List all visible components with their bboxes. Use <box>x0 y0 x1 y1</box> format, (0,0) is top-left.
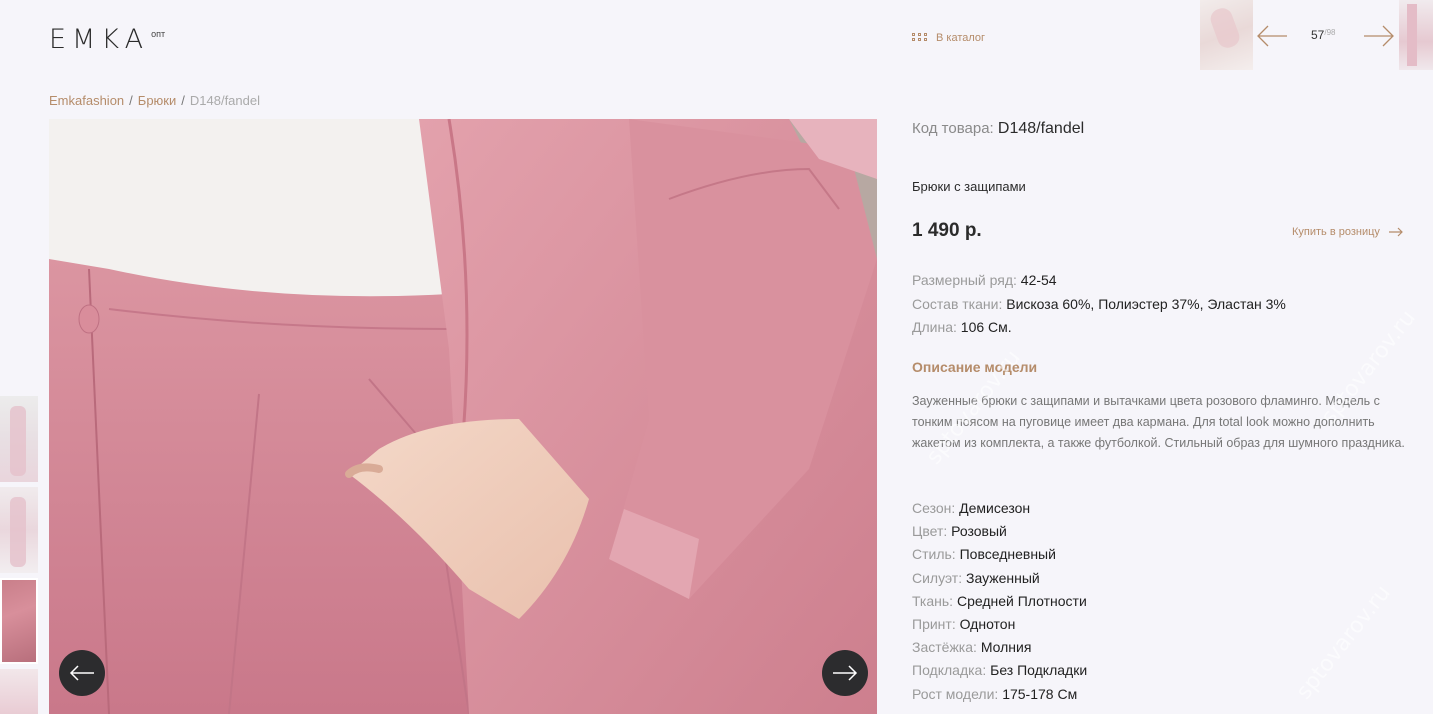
detail-value: Молния <box>980 639 1032 656</box>
catalog-link[interactable]: В каталог <box>912 32 985 44</box>
spec-label: Размерный ряд: <box>912 272 1017 288</box>
detail-row: Цвет: Розовый <box>912 520 1087 543</box>
detail-value: Без Подкладки <box>990 662 1088 679</box>
next-product-thumbnail[interactable] <box>1399 0 1433 70</box>
detail-label: Застёжка: <box>912 639 977 656</box>
product-price: 1 490 р. <box>912 220 982 241</box>
logo[interactable]: EMKA опт <box>49 26 165 54</box>
detail-value: 175-178 См <box>1002 685 1078 702</box>
gallery-thumbnail-active[interactable] <box>0 578 38 664</box>
breadcrumb-item-category[interactable]: Брюки <box>138 93 176 108</box>
spec-row: Длина: 106 См. <box>912 316 1286 340</box>
detail-value: Зауженный <box>965 569 1040 586</box>
arrow-right-icon <box>1388 227 1403 237</box>
product-photo-illustration <box>49 119 877 714</box>
product-details: Сезон: Демисезон Цвет: Розовый Стиль: По… <box>912 497 1087 706</box>
detail-row: Сезон: Демисезон <box>912 497 1087 520</box>
breadcrumb: Emkafashion / Брюки / D148/fandel <box>49 93 260 108</box>
detail-label: Подкладка: <box>912 662 987 679</box>
product-pager-counter: 57/98 <box>1311 28 1335 42</box>
detail-value: Средней Плотности <box>956 592 1087 609</box>
previous-product-button[interactable] <box>1256 24 1288 48</box>
detail-value: Розовый <box>951 523 1007 540</box>
arrow-left-icon <box>69 665 94 681</box>
detail-value: Демисезон <box>959 500 1031 516</box>
product-code-value: D148/fandel <box>997 120 1085 137</box>
detail-row: Рост модели: 175-178 См <box>912 683 1087 706</box>
spec-row: Состав ткани: Вискоза 60%, Полиэстер 37%… <box>912 293 1286 317</box>
arrow-right-icon <box>1364 25 1394 47</box>
detail-row: Стиль: Повседневный <box>912 543 1087 566</box>
detail-row: Ткань: Средней Плотности <box>912 590 1087 613</box>
detail-label: Сезон: <box>912 500 956 516</box>
breadcrumb-item-home[interactable]: Emkafashion <box>49 93 124 108</box>
gallery-thumbnail[interactable] <box>0 669 38 714</box>
detail-row: Застёжка: Молния <box>912 636 1087 659</box>
buy-retail-label: Купить в розницу <box>1292 226 1380 238</box>
gallery-thumbnail[interactable] <box>0 487 38 573</box>
watermark: sptovarov.ru <box>1291 580 1396 705</box>
breadcrumb-separator: / <box>129 93 133 108</box>
spec-label: Состав ткани: <box>912 295 1003 312</box>
gallery-thumbnail[interactable] <box>0 396 38 482</box>
product-specs: Размерный ряд: 42-54 Состав ткани: Виско… <box>912 269 1286 340</box>
logo-subtitle: опт <box>151 29 166 39</box>
description-title: Описание модели <box>912 359 1038 375</box>
product-code: Код товара: D148/fandel <box>912 120 1412 138</box>
pager-current: 57 <box>1311 28 1325 42</box>
detail-label: Принт: <box>912 616 956 633</box>
product-name: Брюки с защипами <box>912 179 1026 194</box>
spec-value: 106 См. <box>960 319 1012 335</box>
product-photo <box>49 119 877 714</box>
breadcrumb-separator: / <box>181 93 185 108</box>
previous-product-thumbnail[interactable] <box>1200 0 1253 70</box>
product-code-label: Код товара: <box>912 120 994 137</box>
detail-label: Силуэт: <box>912 569 963 586</box>
spec-value: 42-54 <box>1020 272 1057 288</box>
detail-label: Цвет: <box>912 523 948 540</box>
detail-value: Повседневный <box>959 546 1056 563</box>
description-text: Зауженные брюки с защипами и вытачками ц… <box>912 394 1405 450</box>
detail-row: Принт: Однотон <box>912 613 1087 636</box>
arrow-left-icon <box>1257 25 1287 47</box>
product-info: Код товара: D148/fandel Брюки с защипами… <box>912 119 1412 702</box>
photo-next-button[interactable] <box>822 650 868 696</box>
grid-icon <box>912 32 927 44</box>
detail-label: Ткань: <box>912 592 954 609</box>
spec-row: Размерный ряд: 42-54 <box>912 269 1286 293</box>
catalog-link-label: В каталог <box>936 32 986 44</box>
spec-label: Длина: <box>912 319 957 335</box>
photo-prev-button[interactable] <box>59 650 105 696</box>
pager-total: /98 <box>1324 28 1336 37</box>
spec-value: Вискоза 60%, Полиэстер 37%, Эластан 3% <box>1006 295 1286 312</box>
detail-label: Рост модели: <box>912 685 999 702</box>
buy-retail-link[interactable]: Купить в розницу <box>1292 226 1404 238</box>
breadcrumb-item-current: D148/fandel <box>189 93 260 108</box>
detail-value: Однотон <box>959 616 1016 633</box>
logo-wordmark: EMKA <box>49 24 150 55</box>
next-product-button[interactable] <box>1363 24 1395 48</box>
detail-row: Подкладка: Без Подкладки <box>912 659 1087 682</box>
detail-label: Стиль: <box>912 546 956 563</box>
arrow-right-icon <box>833 665 858 681</box>
detail-row: Силуэт: Зауженный <box>912 567 1087 590</box>
